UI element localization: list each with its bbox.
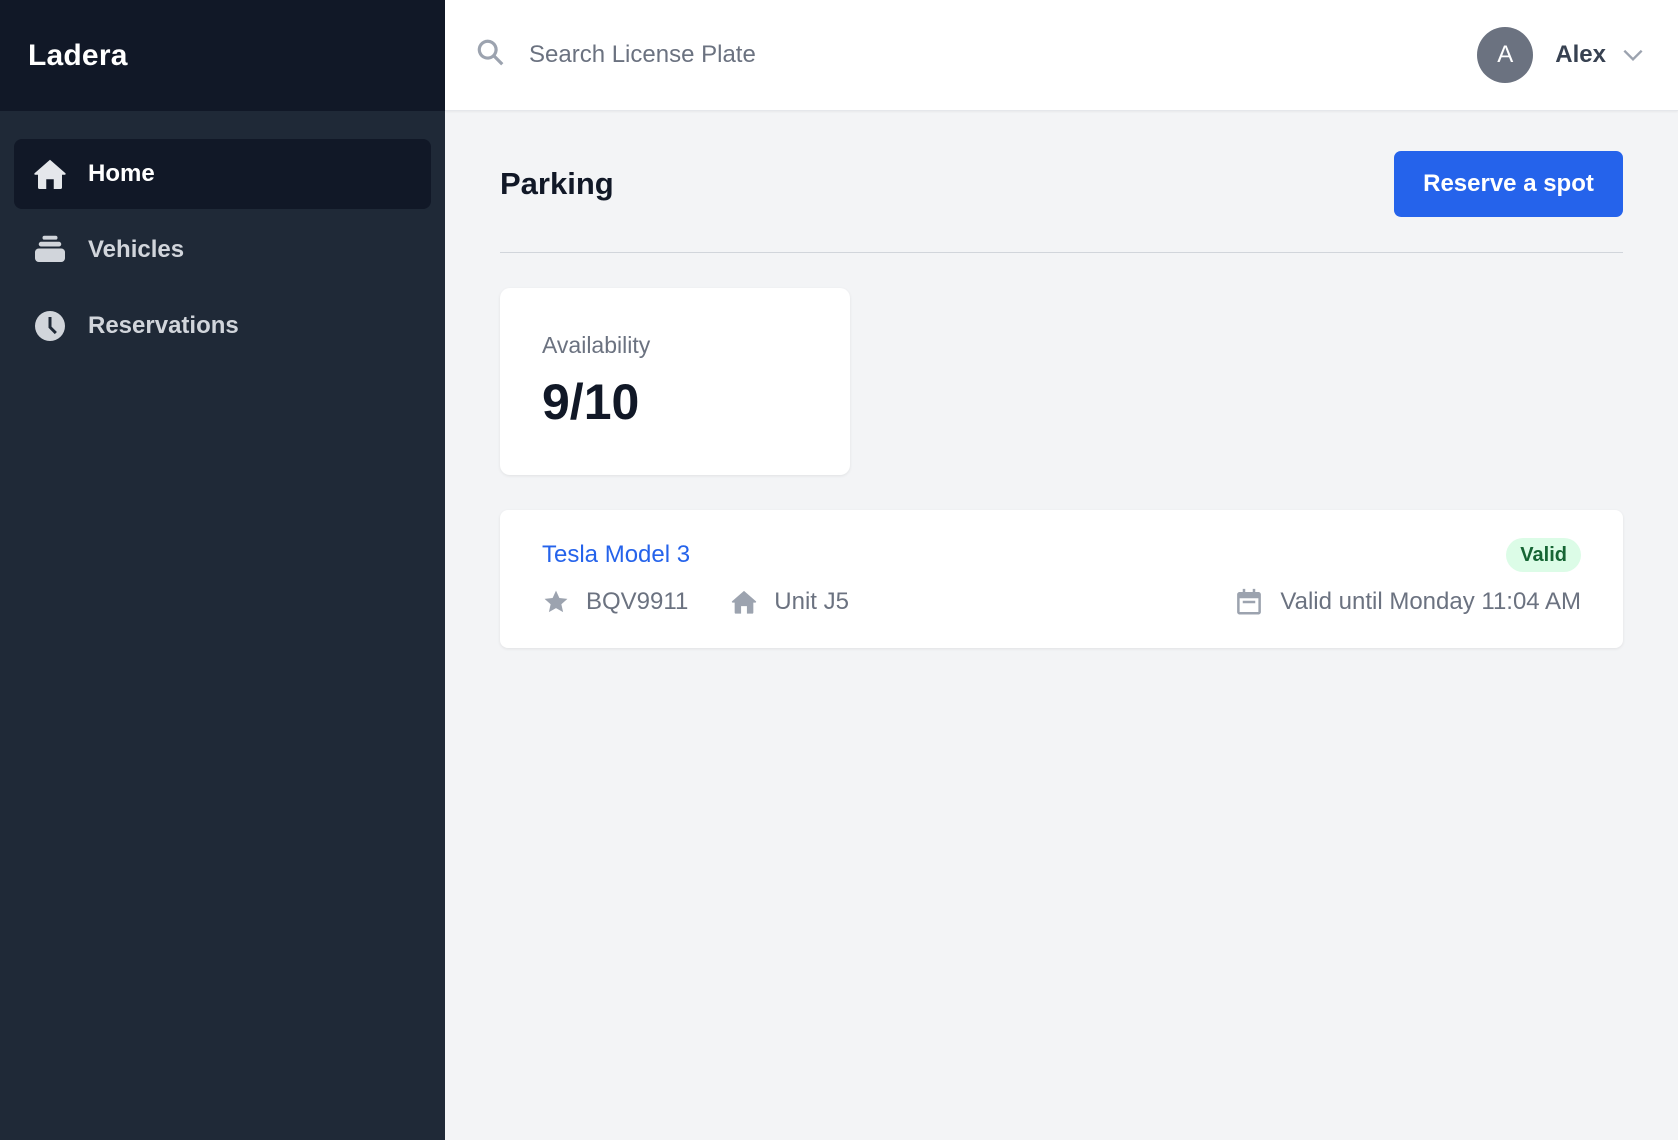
reservation-header: Tesla Model 3 Valid: [542, 538, 1581, 572]
topbar: A Alex: [445, 0, 1678, 111]
status-badge: Valid: [1506, 538, 1581, 572]
home-icon: [30, 154, 70, 194]
sidebar: Ladera Home Vehicles Reservations: [0, 0, 445, 1140]
user-name[interactable]: Alex: [1555, 41, 1606, 69]
page-header: Parking Reserve a spot: [500, 151, 1623, 217]
availability-label: Availability: [542, 332, 651, 358]
vehicle-link[interactable]: Tesla Model 3: [542, 541, 690, 569]
sidebar-nav: Home Vehicles Reservations: [0, 111, 445, 389]
divider: [500, 252, 1623, 253]
plate-info: BQV9911: [542, 588, 688, 616]
sidebar-item-label: Vehicles: [88, 236, 185, 263]
page-content: Parking Reserve a spot Availability 9/10…: [445, 111, 1678, 648]
clock-icon: [30, 306, 70, 346]
chevron-down-icon[interactable]: [1620, 42, 1646, 68]
search-input[interactable]: [529, 41, 1029, 69]
reservation-meta: BQV9911 Unit J5: [542, 588, 891, 616]
reservation-card: Tesla Model 3 Valid BQV9911 Unit J5 Vali…: [500, 510, 1623, 648]
reserve-spot-button[interactable]: Reserve a spot: [1394, 151, 1623, 217]
sidebar-item-label: Home: [88, 160, 155, 187]
reservation-details: BQV9911 Unit J5 Valid until Monday 11:04…: [542, 586, 1581, 618]
stack-icon: [30, 230, 70, 270]
page-title: Parking: [500, 166, 614, 201]
sidebar-item-label: Reservations: [88, 312, 239, 339]
availability-value: 9/10: [542, 374, 640, 430]
valid-until-text: Valid until Monday 11:04 AM: [1280, 588, 1581, 615]
app-root: Ladera Home Vehicles Reservations Search…: [0, 0, 1678, 1140]
star-icon: [544, 590, 568, 613]
search-bar: [475, 37, 1477, 74]
sidebar-item-vehicles[interactable]: Vehicles: [14, 215, 431, 285]
main-area: A Alex Parking Reserve a spot Availabili…: [445, 0, 1678, 1140]
brand-header: Ladera: [0, 0, 445, 111]
avatar[interactable]: A: [1477, 27, 1534, 83]
license-plate: BQV9911: [586, 588, 689, 615]
home-icon: [732, 590, 757, 614]
availability-card: Availability 9/10: [500, 288, 850, 475]
search-icon: [475, 37, 507, 74]
valid-until-info: Valid until Monday 11:04 AM: [1234, 587, 1581, 617]
unit-label: Unit J5: [774, 588, 849, 615]
calendar-icon: [1237, 588, 1262, 615]
sidebar-item-home[interactable]: Home: [14, 139, 431, 209]
sidebar-item-reservations[interactable]: Reservations: [14, 291, 431, 361]
user-menu[interactable]: A Alex: [1477, 27, 1646, 83]
unit-info: Unit J5: [730, 588, 849, 616]
brand-name[interactable]: Ladera: [28, 39, 128, 73]
